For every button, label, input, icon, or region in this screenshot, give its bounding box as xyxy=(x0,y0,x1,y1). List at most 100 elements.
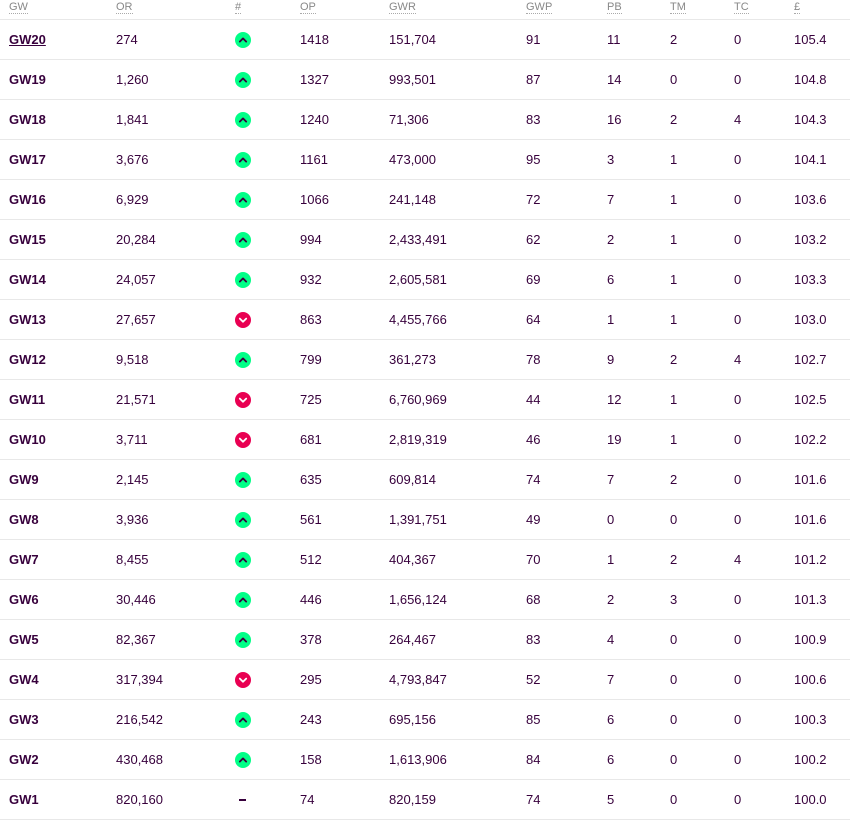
cell-gwp: 52 xyxy=(526,659,607,700)
cell-gwr: 4,793,847 xyxy=(389,659,526,700)
cell-gw: GW15 xyxy=(0,219,116,260)
header-overall-points[interactable]: OP xyxy=(300,0,389,20)
cell-tc: 0 xyxy=(734,499,794,540)
cell-tm: 0 xyxy=(670,659,734,700)
header-gameweek-rank[interactable]: GWR xyxy=(389,0,526,20)
chevron-up-icon xyxy=(235,31,251,48)
chevron-up-icon xyxy=(235,711,251,728)
cell-gwr: 993,501 xyxy=(389,59,526,100)
header-transfers-made[interactable]: TM xyxy=(670,0,734,20)
gameweek-link[interactable]: GW14 xyxy=(9,272,46,287)
chevron-up-icon xyxy=(235,111,251,128)
header-gameweek-points[interactable]: GWP xyxy=(526,0,607,20)
chevron-down-icon xyxy=(235,671,251,688)
cell-gwr: 2,819,319 xyxy=(389,419,526,460)
header-points-on-bench[interactable]: PB xyxy=(607,0,670,20)
cell-gwr: 241,148 xyxy=(389,179,526,220)
gameweek-link[interactable]: GW5 xyxy=(9,632,39,647)
cell-op: 1418 xyxy=(300,19,389,60)
cell-pb: 1 xyxy=(607,539,670,580)
cell-gwr: 361,273 xyxy=(389,339,526,380)
cell-gwp: 87 xyxy=(526,59,607,100)
chevron-up-icon xyxy=(235,471,251,488)
cell-tm: 2 xyxy=(670,539,734,580)
cell-or: 24,057 xyxy=(116,259,235,300)
table-row: GW18 1,841 1240 71,306 83 16 2 4 104.3 xyxy=(0,99,850,140)
cell-gw: GW2 xyxy=(0,739,116,780)
cell-pb: 16 xyxy=(607,99,670,140)
gameweek-link[interactable]: GW16 xyxy=(9,192,46,207)
cell-or: 1,260 xyxy=(116,59,235,100)
table-body: GW20 274 1418 151,704 91 11 2 0 105.4 GW19 1,260 1 3… xyxy=(0,19,850,820)
cell-gwr: 6,760,969 xyxy=(389,379,526,420)
cell-op: 799 xyxy=(300,339,389,380)
cell-movement xyxy=(235,379,300,420)
gameweek-link[interactable]: GW19 xyxy=(9,72,46,87)
cell-value: 103.0 xyxy=(794,299,850,340)
gameweek-link[interactable]: GW17 xyxy=(9,152,46,167)
cell-movement xyxy=(235,179,300,220)
cell-gwr: 695,156 xyxy=(389,699,526,740)
table-row: GW6 30,446 446 1,656,124 68 2 3 0 101.3 xyxy=(0,579,850,620)
header-overall-rank[interactable]: OR xyxy=(116,0,235,20)
cell-gw: GW4 xyxy=(0,659,116,700)
table-row: GW14 24,057 932 2,605,581 69 6 1 0 103.3 xyxy=(0,259,850,300)
header-team-value[interactable]: £ xyxy=(794,0,850,20)
gameweek-link[interactable]: GW15 xyxy=(9,232,46,247)
cell-gwr: 820,159 xyxy=(389,779,526,820)
cell-or: 8,455 xyxy=(116,539,235,580)
cell-or: 3,676 xyxy=(116,139,235,180)
gameweek-link[interactable]: GW10 xyxy=(9,432,46,447)
gameweek-link[interactable]: GW7 xyxy=(9,552,39,567)
gameweek-link[interactable]: GW2 xyxy=(9,752,39,767)
gameweek-link[interactable]: GW13 xyxy=(9,312,46,327)
gameweek-link[interactable]: GW4 xyxy=(9,672,39,687)
cell-op: 725 xyxy=(300,379,389,420)
chevron-up-icon xyxy=(235,631,251,648)
cell-gw: GW8 xyxy=(0,499,116,540)
cell-movement xyxy=(235,59,300,100)
cell-tc: 0 xyxy=(734,379,794,420)
gameweek-link[interactable]: GW3 xyxy=(9,712,39,727)
header-gw[interactable]: GW xyxy=(0,0,116,20)
cell-op: 932 xyxy=(300,259,389,300)
cell-or: 21,571 xyxy=(116,379,235,420)
gameweek-link[interactable]: GW12 xyxy=(9,352,46,367)
gameweek-link[interactable]: GW18 xyxy=(9,112,46,127)
cell-tc: 4 xyxy=(734,99,794,140)
header-transfer-cost[interactable]: TC xyxy=(734,0,794,20)
table-row: GW5 82,367 378 264,467 83 4 0 0 100.9 xyxy=(0,619,850,660)
gameweek-link[interactable]: GW1 xyxy=(9,792,39,807)
cell-gwp: 83 xyxy=(526,99,607,140)
cell-pb: 12 xyxy=(607,379,670,420)
cell-op: 158 xyxy=(300,739,389,780)
cell-gw: GW12 xyxy=(0,339,116,380)
header-movement[interactable]: # xyxy=(235,0,300,20)
table-row: GW3 216,542 243 695,156 85 6 0 0 100.3 xyxy=(0,699,850,740)
gameweek-link[interactable]: GW6 xyxy=(9,592,39,607)
cell-op: 1066 xyxy=(300,179,389,220)
cell-tc: 0 xyxy=(734,659,794,700)
cell-tm: 1 xyxy=(670,219,734,260)
gameweek-link[interactable]: GW20 xyxy=(9,32,46,47)
cell-or: 216,542 xyxy=(116,699,235,740)
cell-or: 6,929 xyxy=(116,179,235,220)
cell-gwr: 404,367 xyxy=(389,539,526,580)
gameweek-link[interactable]: GW11 xyxy=(9,392,45,407)
cell-pb: 4 xyxy=(607,619,670,660)
cell-tc: 0 xyxy=(734,139,794,180)
cell-movement xyxy=(235,339,300,380)
chevron-down-icon xyxy=(235,391,251,408)
gameweek-link[interactable]: GW8 xyxy=(9,512,39,527)
table-row: GW20 274 1418 151,704 91 11 2 0 105.4 xyxy=(0,19,850,60)
cell-gwp: 74 xyxy=(526,459,607,500)
cell-gwr: 2,605,581 xyxy=(389,259,526,300)
chevron-up-icon xyxy=(235,271,251,288)
cell-tm: 1 xyxy=(670,419,734,460)
cell-or: 27,657 xyxy=(116,299,235,340)
cell-value: 103.6 xyxy=(794,179,850,220)
gameweek-link[interactable]: GW9 xyxy=(9,472,39,487)
cell-value: 105.4 xyxy=(794,19,850,60)
cell-gw: GW11 xyxy=(0,379,116,420)
cell-tc: 0 xyxy=(734,419,794,460)
